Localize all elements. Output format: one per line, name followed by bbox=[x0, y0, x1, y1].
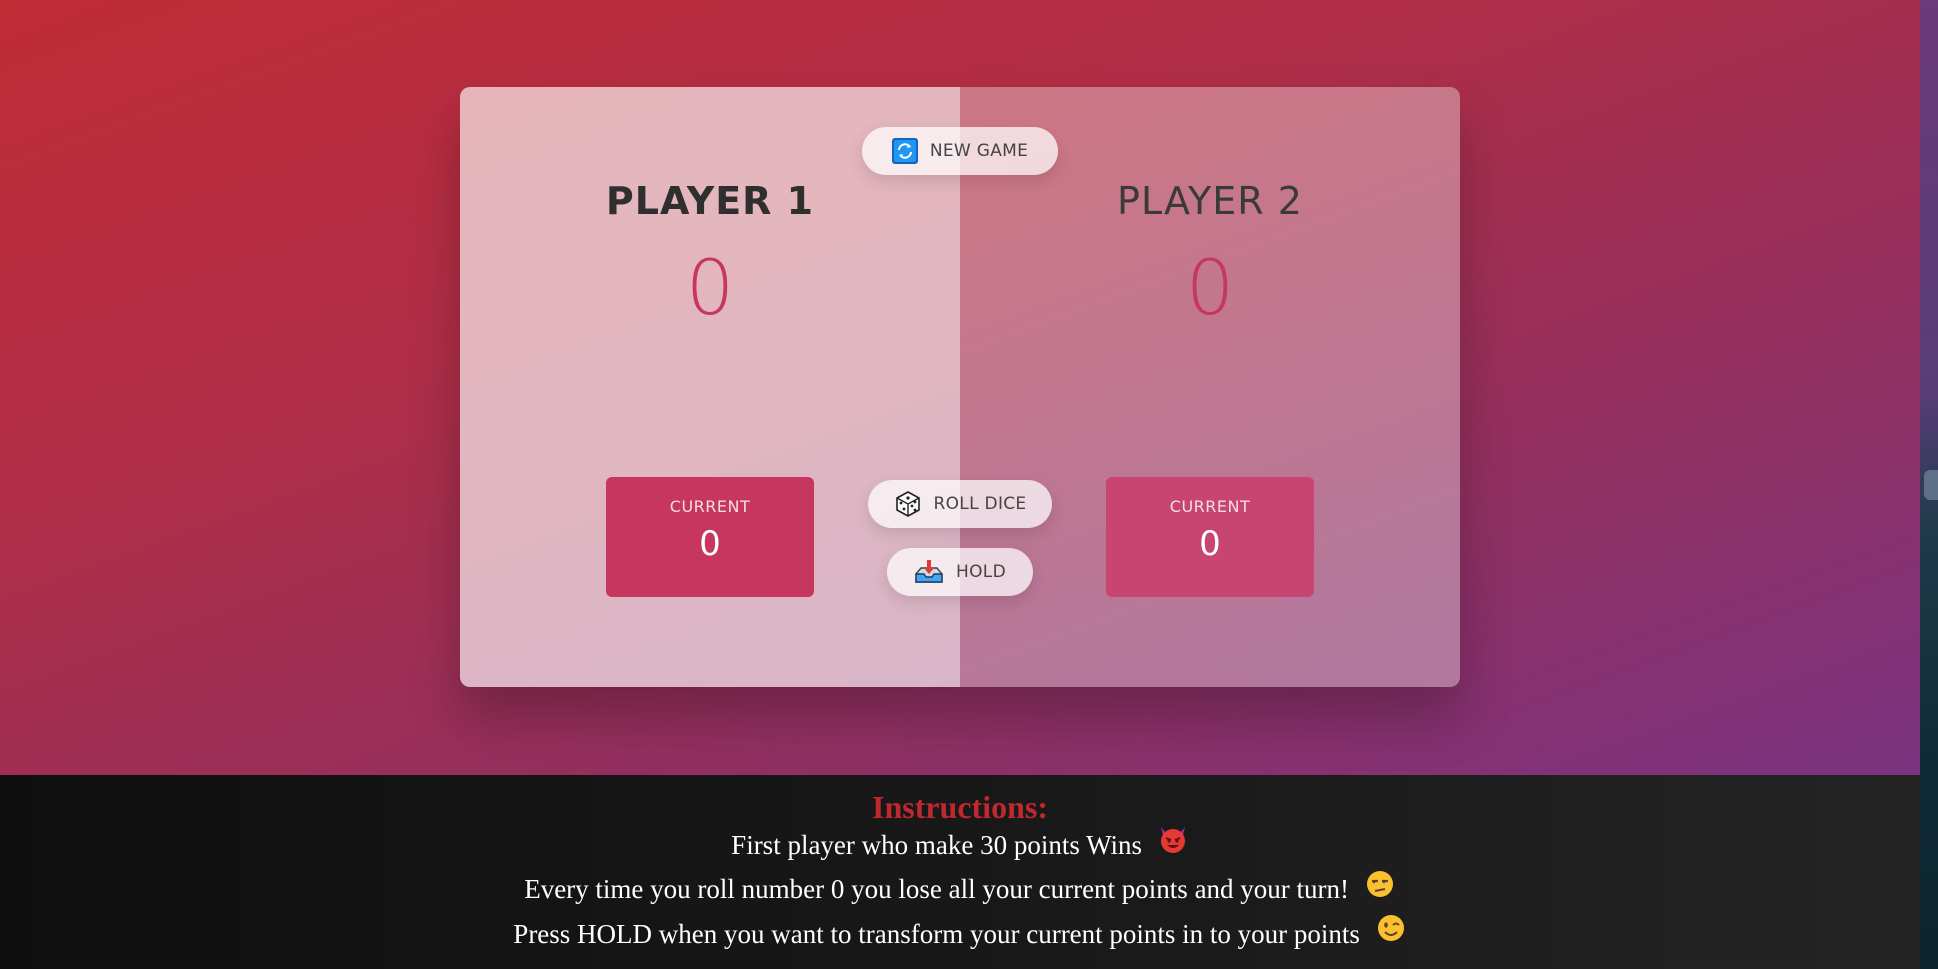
winking-face-icon bbox=[1375, 912, 1407, 955]
unamused-face-icon bbox=[1364, 868, 1396, 911]
instruction-line-3-text: Press HOLD when you want to transform yo… bbox=[513, 918, 1360, 949]
instruction-line-1: First player who make 30 points Wins bbox=[0, 825, 1920, 869]
player-1-score: 0 bbox=[685, 243, 735, 332]
smiling-devil-icon bbox=[1157, 823, 1189, 866]
instruction-line-2-text: Every time you roll number 0 you lose al… bbox=[524, 874, 1350, 905]
new-game-label: NEW GAME bbox=[929, 141, 1029, 161]
refresh-icon bbox=[891, 138, 918, 164]
player-2-current-box: CURRENT 0 bbox=[1106, 477, 1314, 597]
instruction-line-3: Press HOLD when you want to transform yo… bbox=[0, 914, 1920, 958]
player-1-current-score: 0 bbox=[699, 524, 721, 564]
player-2-current-score: 0 bbox=[1199, 524, 1221, 564]
hold-label: HOLD bbox=[956, 562, 1006, 582]
player-2-current-label: CURRENT bbox=[1169, 497, 1251, 516]
player-1-name: PLAYER 1 bbox=[605, 179, 815, 223]
player-2-score: 0 bbox=[1185, 243, 1235, 332]
hold-button[interactable]: HOLD bbox=[887, 548, 1033, 596]
desktop-edge bbox=[1920, 0, 1938, 969]
dice-icon bbox=[894, 490, 922, 518]
instructions-title: Instructions: bbox=[871, 789, 1048, 825]
player-1-panel: PLAYER 1 0 CURRENT 0 bbox=[460, 87, 960, 687]
instruction-line-1-text: First player who make 30 points Wins bbox=[731, 830, 1143, 860]
instructions-panel: Instructions: First player who make 30 p… bbox=[0, 775, 1920, 969]
new-game-button[interactable]: NEW GAME bbox=[862, 127, 1058, 175]
player-1-current-label: CURRENT bbox=[669, 497, 751, 516]
instruction-line-2: Every time you roll number 0 you lose al… bbox=[0, 869, 1920, 913]
inbox-tray-icon bbox=[914, 559, 944, 585]
player-1-current-box: CURRENT 0 bbox=[606, 477, 814, 597]
page: PLAYER 1 0 CURRENT 0 PLAYER 2 0 CURRENT … bbox=[0, 0, 1938, 969]
player-2-panel: PLAYER 2 0 CURRENT 0 bbox=[960, 87, 1460, 687]
roll-dice-button[interactable]: ROLL DICE bbox=[868, 480, 1052, 528]
game-board: PLAYER 1 0 CURRENT 0 PLAYER 2 0 CURRENT … bbox=[460, 87, 1460, 687]
player-2-name: PLAYER 2 bbox=[1117, 179, 1303, 223]
roll-dice-label: ROLL DICE bbox=[933, 494, 1027, 514]
